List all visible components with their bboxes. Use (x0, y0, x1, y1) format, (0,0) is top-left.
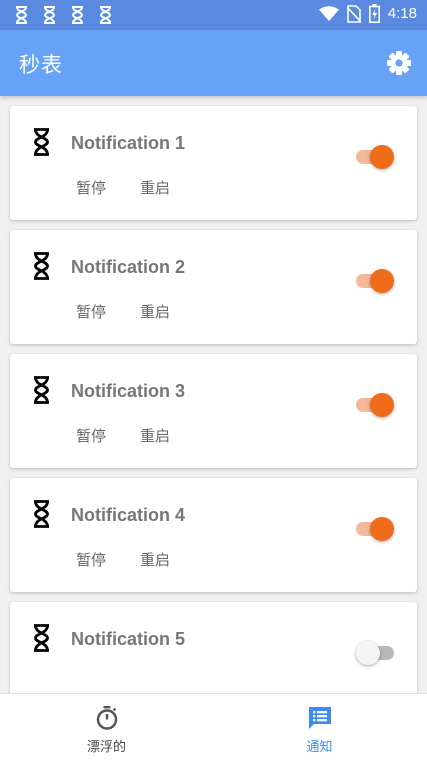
notification-toggle[interactable] (356, 637, 400, 665)
notification-card: Notification 5 (10, 602, 417, 693)
status-system-icons: 4:18 (318, 4, 417, 23)
pause-button[interactable]: 暂停 (76, 301, 106, 322)
no-sim-icon (346, 4, 361, 23)
page-title: 秒表 (19, 53, 63, 77)
notification-list-icon (308, 707, 331, 729)
pause-button[interactable]: 暂停 (76, 549, 106, 570)
notification-card: Notification 4 暂停 重启 (10, 478, 417, 592)
status-time: 4:18 (387, 5, 417, 22)
notification-toggle[interactable] (356, 141, 396, 169)
pause-button[interactable]: 暂停 (76, 425, 106, 446)
notification-toggle[interactable] (356, 265, 396, 293)
pause-button[interactable]: 暂停 (76, 177, 106, 198)
notification-title: Notification 1 (71, 133, 186, 153)
nav-label-notifications: 通知 (306, 740, 333, 755)
notification-toggle[interactable] (356, 513, 396, 541)
notification-card: Notification 1 暂停 重启 (10, 106, 417, 220)
reset-button[interactable]: 重启 (140, 425, 170, 446)
hourglass-icon (34, 252, 49, 280)
hourglass-icon (99, 6, 112, 24)
status-notification-icons (14, 6, 113, 24)
status-bar: 4:18 (0, 0, 427, 30)
nav-item-floating[interactable]: 漂浮的 (0, 694, 213, 760)
stopwatch-icon (96, 706, 117, 730)
reset-button[interactable]: 重启 (140, 549, 170, 570)
notification-list: Notification 1 暂停 重启 Notification 2 暂停 重… (0, 96, 427, 693)
nav-item-notifications[interactable]: 通知 (213, 694, 426, 760)
hourglass-icon (34, 128, 49, 156)
app-bar: 秒表 (0, 30, 427, 96)
battery-charging-icon (368, 4, 380, 23)
notification-title: Notification 4 (71, 505, 186, 525)
gear-icon (387, 51, 411, 75)
hourglass-icon (34, 500, 49, 528)
notification-title: Notification 2 (71, 257, 186, 277)
notification-card: Notification 2 暂停 重启 (10, 230, 417, 344)
reset-button[interactable]: 重启 (140, 301, 170, 322)
wifi-icon (318, 5, 339, 21)
bottom-navigation: 漂浮的 通知 (0, 693, 427, 760)
notification-title: Notification 5 (71, 629, 186, 649)
notification-toggle[interactable] (356, 389, 396, 417)
hourglass-icon (34, 624, 49, 652)
hourglass-icon (34, 376, 49, 404)
notification-title: Notification 3 (71, 381, 186, 401)
hourglass-icon (43, 6, 56, 24)
reset-button[interactable]: 重启 (140, 177, 170, 198)
hourglass-icon (71, 6, 84, 24)
settings-button[interactable] (386, 50, 412, 76)
hourglass-icon (15, 6, 28, 24)
notification-card: Notification 3 暂停 重启 (10, 354, 417, 468)
nav-label-floating: 漂浮的 (86, 740, 126, 755)
